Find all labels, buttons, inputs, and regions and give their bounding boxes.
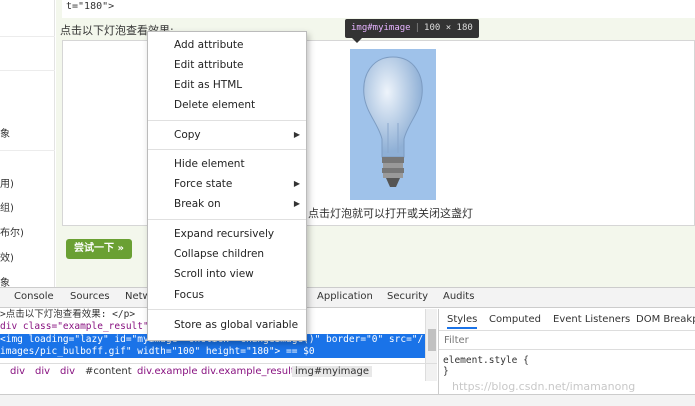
devtools-tabbar: Console Sources Netw Application Securit… [0,288,695,308]
context-menu: Add attribute Edit attribute Edit as HTM… [147,31,307,341]
dom-node-selected-cont[interactable]: images/pic_bulboff.gif" width="100" heig… [0,346,425,358]
dom-node[interactable]: div class="example_result" [0,321,149,333]
style-rule-selector: element.style { [443,355,529,366]
menu-item-store-global-variable[interactable]: Store as global variable [148,315,306,335]
style-rule[interactable]: element.style { } [443,355,529,377]
tab-application[interactable]: Application [317,291,373,302]
menu-label: Add attribute [174,39,244,51]
scroll-thumb[interactable] [428,329,436,351]
menu-label: Focus [174,289,204,301]
menu-item-copy[interactable]: Copy ▶ [148,125,306,145]
tab-audits[interactable]: Audits [443,291,474,302]
menu-item-delete-element[interactable]: Delete element [148,95,306,115]
breadcrumb-item[interactable]: div.example_result [201,366,295,377]
nav-fragment[interactable]: 效) [0,249,14,264]
breadcrumb-item-current[interactable]: img#myimage [292,366,373,377]
menu-divider [148,120,306,121]
tooltip-tag: img#myimage [351,23,411,33]
watermark: https://blog.csdn.net/imamanong [452,380,636,393]
menu-item-add-attribute[interactable]: Add attribute [148,35,306,55]
tab-event-listeners[interactable]: Event Listeners [553,314,630,325]
styles-tabbar: Styles Computed Event Listeners DOM Brea… [439,309,695,331]
menu-item-edit-as-html[interactable]: Edit as HTML [148,75,306,95]
nav-fragment[interactable]: 象 [0,125,10,140]
submenu-arrow-icon: ▶ [293,179,300,188]
menu-divider [148,219,306,220]
breadcrumb: div div div #content div.example div.exa… [0,363,437,379]
tab-styles[interactable]: Styles [447,314,478,329]
code-snippet: t="180"> [62,0,695,18]
menu-label: Scroll into view [174,268,254,280]
submenu-arrow-icon: ▶ [293,130,300,139]
menu-label: Delete element [174,99,256,111]
status-bar [0,394,695,406]
breadcrumb-item[interactable]: div [10,366,25,377]
style-rule-close: } [443,366,449,377]
menu-label: Expand recursively [174,228,275,240]
styles-filter-input[interactable]: Filter [439,332,695,350]
menu-item-expand-recursively[interactable]: Expand recursively [148,224,306,244]
breadcrumb-item[interactable]: div [60,366,75,377]
tooltip-separator: | [414,23,421,33]
breadcrumb-item[interactable]: #content [85,366,132,377]
submenu-arrow-icon: ▶ [293,199,300,208]
menu-label: Edit attribute [174,59,244,71]
tab-computed[interactable]: Computed [489,314,541,325]
nav-fragment[interactable]: 用) [0,175,14,190]
menu-item-force-state[interactable]: Force state ▶ [148,174,306,194]
menu-label: Break on [174,198,221,210]
try-it-button[interactable]: 尝试一下 » [66,239,132,259]
menu-item-break-on[interactable]: Break on ▶ [148,194,306,214]
menu-item-focus[interactable]: Focus [148,285,306,305]
nav-fragment[interactable]: 组) [0,199,14,214]
tab-dom-breakpoints[interactable]: DOM Breakpo [636,314,695,325]
tab-sources[interactable]: Sources [70,291,110,302]
menu-label: Copy [174,129,201,141]
dom-node[interactable]: >点击以下灯泡查看效果: </p> [0,309,135,321]
element-highlight [350,49,436,200]
menu-item-collapse-children[interactable]: Collapse children [148,244,306,264]
tooltip-arrow [352,38,362,43]
left-nav-strip: 象 用) 组) 布尔) 效) 象 [0,0,55,290]
tab-security[interactable]: Security [387,291,428,302]
menu-label: Force state [174,178,233,190]
breadcrumb-item[interactable]: div.example [137,366,198,377]
menu-item-scroll-into-view[interactable]: Scroll into view [148,264,306,284]
menu-label: Hide element [174,158,245,170]
tab-console[interactable]: Console [14,291,54,302]
menu-item-hide-element[interactable]: Hide element [148,154,306,174]
divider [0,36,55,37]
menu-divider [148,149,306,150]
element-tooltip: img#myimage | 100 × 180 [345,19,479,38]
bulb-caption: 点击灯泡就可以打开或关闭这盏灯 [308,207,473,220]
menu-label: Edit as HTML [174,79,243,91]
menu-label: Collapse children [174,248,265,260]
menu-item-edit-attribute[interactable]: Edit attribute [148,55,306,75]
divider [0,150,55,151]
menu-divider [148,309,306,310]
divider [0,70,55,71]
nav-fragment[interactable]: 布尔) [0,224,24,239]
menu-label: Store as global variable [174,319,299,331]
tooltip-dims: 100 × 180 [424,23,473,33]
bulb-image[interactable] [360,53,426,195]
breadcrumb-item[interactable]: div [35,366,50,377]
